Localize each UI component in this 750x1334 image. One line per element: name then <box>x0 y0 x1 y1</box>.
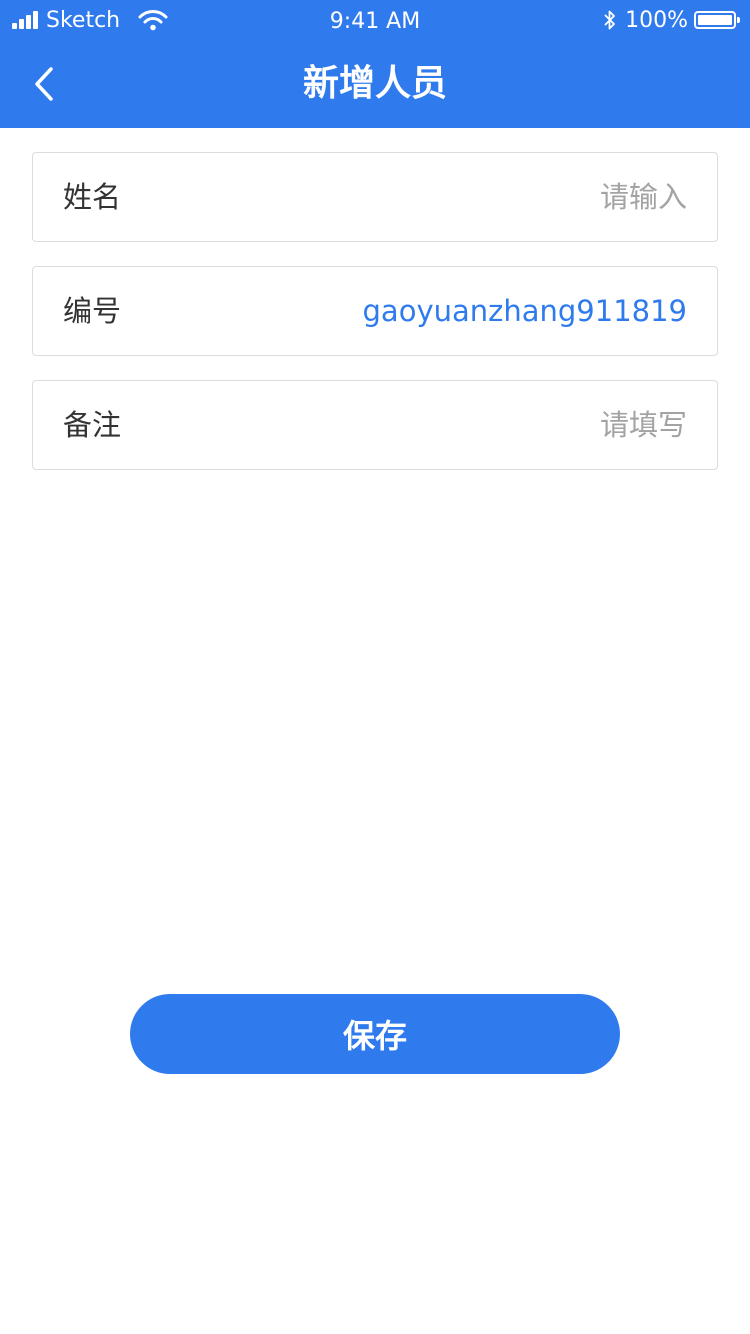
note-input[interactable] <box>287 401 687 449</box>
battery-percentage: 100% <box>625 7 688 33</box>
back-button[interactable] <box>22 58 66 110</box>
name-input[interactable] <box>287 173 687 221</box>
status-right: 100% <box>603 0 740 40</box>
chevron-left-icon <box>35 67 53 101</box>
nav-bar: 新增人员 <box>0 40 750 128</box>
form-row-note: 备注 <box>32 380 718 470</box>
save-button[interactable]: 保存 <box>130 994 620 1074</box>
form-row-name: 姓名 <box>32 152 718 242</box>
note-label: 备注 <box>63 408 122 442</box>
battery-icon <box>694 11 740 29</box>
code-label: 编号 <box>63 294 122 328</box>
bluetooth-icon <box>604 10 615 30</box>
code-input[interactable] <box>287 287 687 335</box>
name-label: 姓名 <box>63 180 122 214</box>
page-title: 新增人员 <box>302 63 447 104</box>
status-bar: Sketch 9:41 AM 100% <box>0 0 750 40</box>
form-row-code: 编号 <box>32 266 718 356</box>
